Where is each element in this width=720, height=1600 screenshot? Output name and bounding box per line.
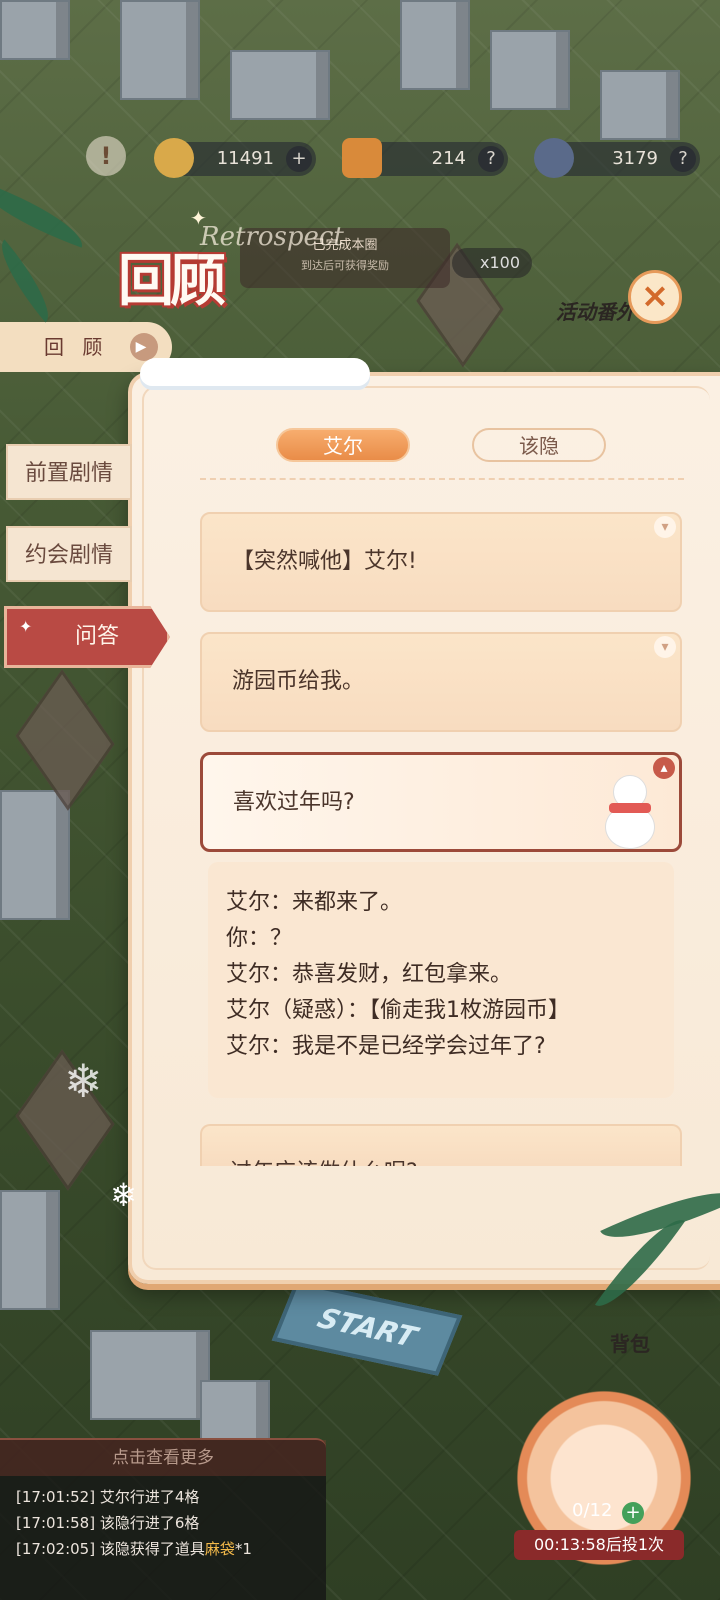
page-title: 回顾 xyxy=(118,248,226,314)
divider xyxy=(200,478,684,480)
time-help-button[interactable]: ? xyxy=(670,146,696,172)
answer-line: 艾尔：恭喜发财，红包拿来。 xyxy=(226,962,513,987)
currency-time: 3179 ? xyxy=(534,138,700,178)
building xyxy=(0,1190,60,1310)
question-text: 过年应该做什么呢? xyxy=(230,1154,418,1166)
building xyxy=(600,70,680,140)
currency-value: 3179 xyxy=(612,148,658,169)
menu-qa[interactable]: 问答 xyxy=(4,606,170,668)
menu-date-story[interactable]: 约会剧情 xyxy=(6,526,132,582)
event-log[interactable]: 点击查看更多 [17:01:52] 艾尔行进了4格 [17:01:58] 该隐行… xyxy=(0,1438,326,1600)
building xyxy=(0,790,70,920)
coin-icon xyxy=(154,138,194,178)
play-icon: ▶ xyxy=(130,333,158,361)
snow-decoration xyxy=(140,358,370,386)
dice-timer: 00:13:58后投1次 xyxy=(514,1530,684,1560)
question-text: 喜欢过年吗? xyxy=(233,790,355,815)
activity-label: 活动番外 xyxy=(556,300,636,324)
log-time: [17:02:05] xyxy=(16,1540,96,1558)
question-card-partial[interactable]: 过年应该做什么呢? xyxy=(200,1124,682,1166)
building xyxy=(0,0,70,60)
add-dice-button[interactable]: + xyxy=(622,1502,644,1524)
add-coins-button[interactable]: + xyxy=(286,146,312,172)
log-text: 该隐行进了6格 xyxy=(99,1514,200,1532)
question-text: 【突然喊他】艾尔! xyxy=(232,549,417,574)
question-card[interactable]: 【突然喊他】艾尔! ▾ xyxy=(200,512,682,612)
lantern-help-button[interactable]: ? xyxy=(478,146,504,172)
log-entry: [17:02:05] 该隐获得了道具麻袋*1 xyxy=(16,1538,252,1559)
question-card-expanded[interactable]: 喜欢过年吗? ▴ xyxy=(200,752,682,852)
snowman-icon xyxy=(597,775,661,851)
log-item: 麻袋 xyxy=(204,1540,235,1558)
dice-count: 0/12 xyxy=(572,1500,613,1521)
reward-badge: x100 xyxy=(452,248,532,278)
event-subtext: 到达后可获得奖励 xyxy=(301,259,389,272)
tab-aier[interactable]: 艾尔 xyxy=(276,428,410,462)
tab-gaiyin[interactable]: 该隐 xyxy=(472,428,606,462)
snowflake-icon: ❄ xyxy=(110,1176,137,1214)
backpack-label[interactable]: 背包 xyxy=(610,1328,650,1357)
building xyxy=(200,1380,270,1440)
answer-line: 艾尔：我是不是已经学会过年了? xyxy=(226,1034,546,1059)
close-button[interactable]: × xyxy=(628,270,682,324)
log-header[interactable]: 点击查看更多 xyxy=(0,1440,326,1476)
log-entry: [17:01:52] 艾尔行进了4格 xyxy=(16,1486,199,1507)
log-suffix: *1 xyxy=(234,1540,252,1558)
log-time: [17:01:52] xyxy=(16,1488,96,1506)
lantern-icon xyxy=(342,138,382,178)
clock-icon xyxy=(534,138,574,178)
building xyxy=(90,1330,210,1420)
snowflake-icon: ❄ xyxy=(64,1054,103,1108)
side-review-label: 回 顾 xyxy=(44,335,109,359)
currency-value: 214 xyxy=(431,148,466,169)
chevron-down-icon: ▾ xyxy=(654,636,676,658)
currency-lantern: 214 ? xyxy=(342,138,508,178)
log-time: [17:01:58] xyxy=(16,1514,96,1532)
answer-line: 你：？ xyxy=(226,926,293,951)
answer-line: 艾尔：来都来了。 xyxy=(226,890,403,915)
building xyxy=(230,50,330,120)
log-text: 该隐获得了道具 xyxy=(99,1540,205,1558)
currency-value: 11491 xyxy=(216,148,274,169)
alert-icon[interactable]: ! xyxy=(86,136,126,176)
menu-prelude-story[interactable]: 前置剧情 xyxy=(6,444,132,500)
building xyxy=(120,0,200,100)
log-entry: [17:01:58] 该隐行进了6格 xyxy=(16,1512,199,1533)
chevron-down-icon: ▾ xyxy=(654,516,676,538)
building xyxy=(400,0,470,90)
question-text: 游园币给我。 xyxy=(232,669,365,694)
building xyxy=(490,30,570,110)
log-text: 艾尔行进了4格 xyxy=(99,1488,200,1506)
currency-coins: 11491 + xyxy=(154,138,316,178)
question-card[interactable]: 游园币给我。 ▾ xyxy=(200,632,682,732)
sparkle-icon: ✦ xyxy=(190,206,207,230)
answer-line: 艾尔（疑惑）：【偷走我1枚游园币】 xyxy=(226,998,570,1023)
